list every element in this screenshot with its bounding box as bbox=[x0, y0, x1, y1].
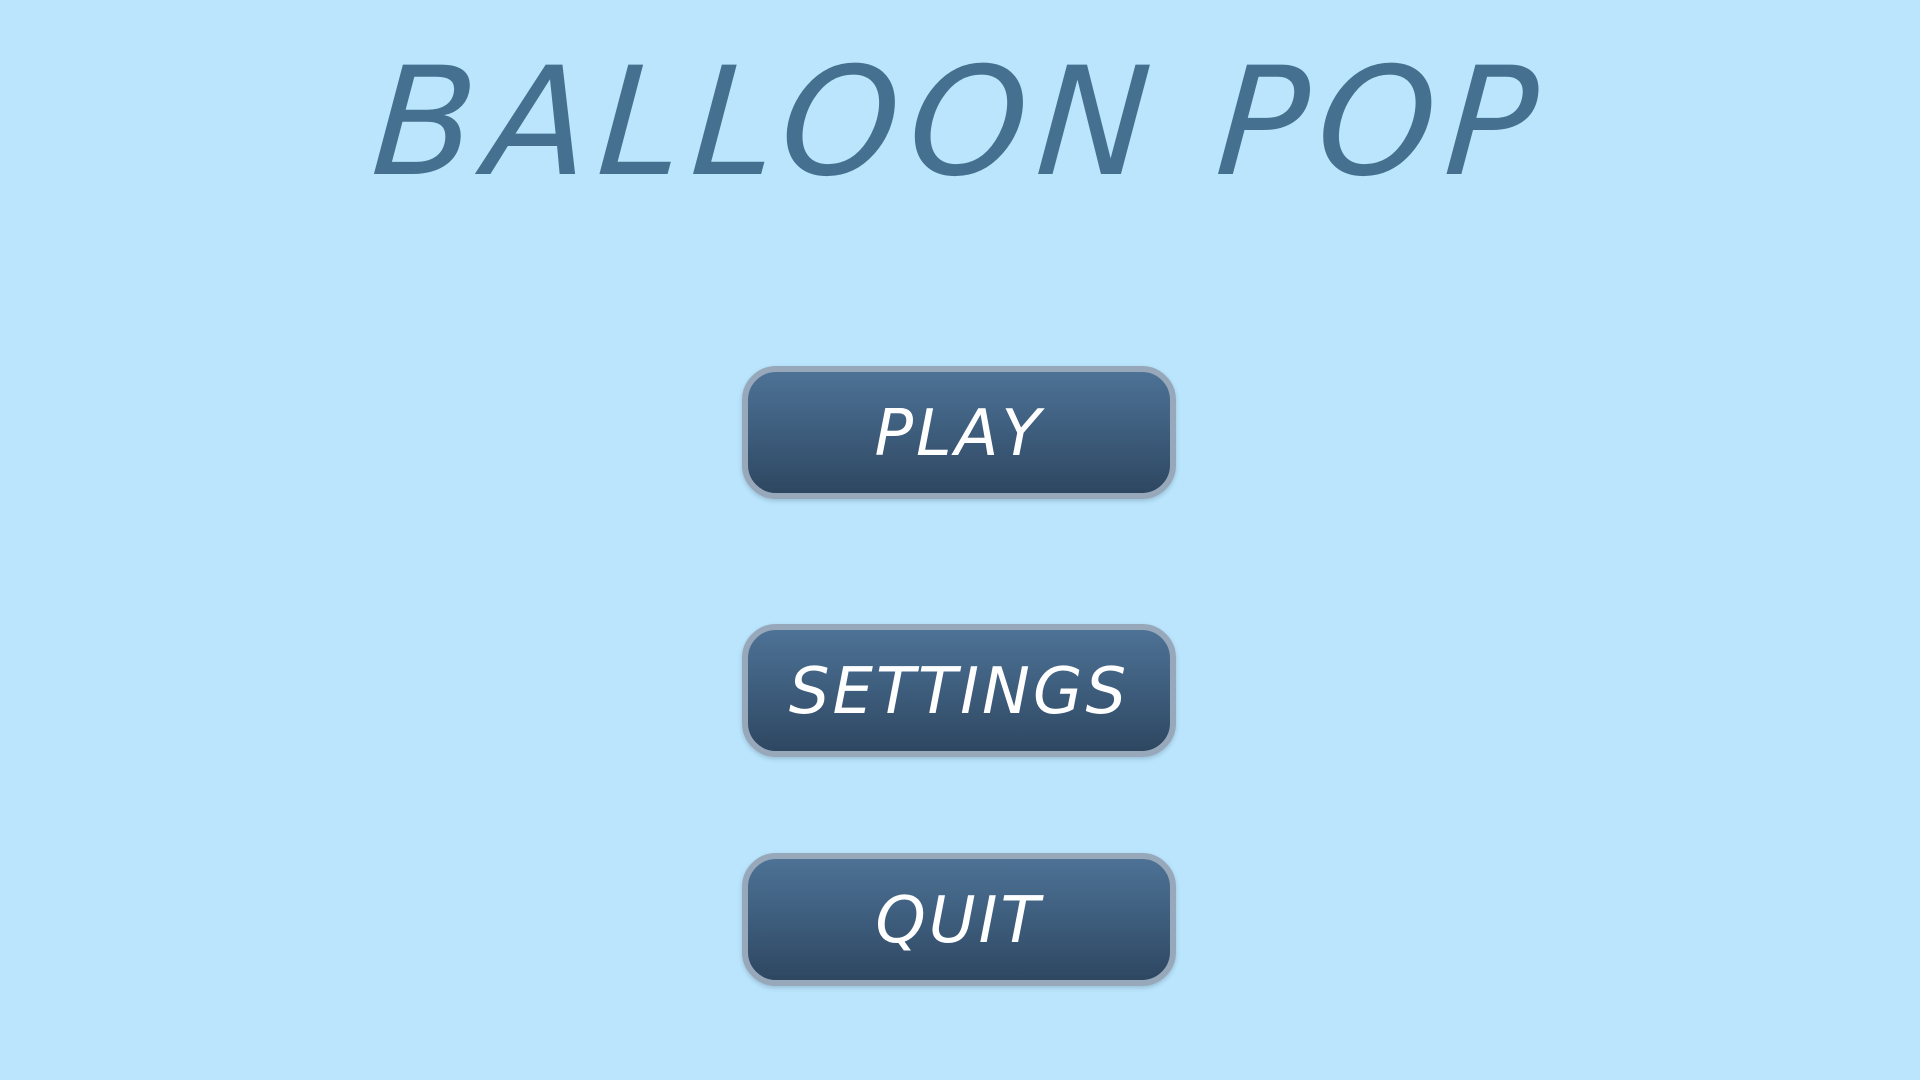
settings-button-label: SETTINGS bbox=[788, 654, 1130, 729]
quit-button-label: QUIT bbox=[875, 883, 1043, 958]
play-button[interactable]: PLAY bbox=[742, 366, 1176, 499]
quit-button[interactable]: QUIT bbox=[742, 853, 1176, 986]
settings-button[interactable]: SETTINGS bbox=[742, 624, 1176, 757]
play-button-label: PLAY bbox=[874, 396, 1044, 471]
main-menu: PLAY SETTINGS QUIT bbox=[0, 0, 1920, 1080]
main-menu-screen: BALLOON POP PLAY SETTINGS QUIT bbox=[0, 0, 1920, 1080]
